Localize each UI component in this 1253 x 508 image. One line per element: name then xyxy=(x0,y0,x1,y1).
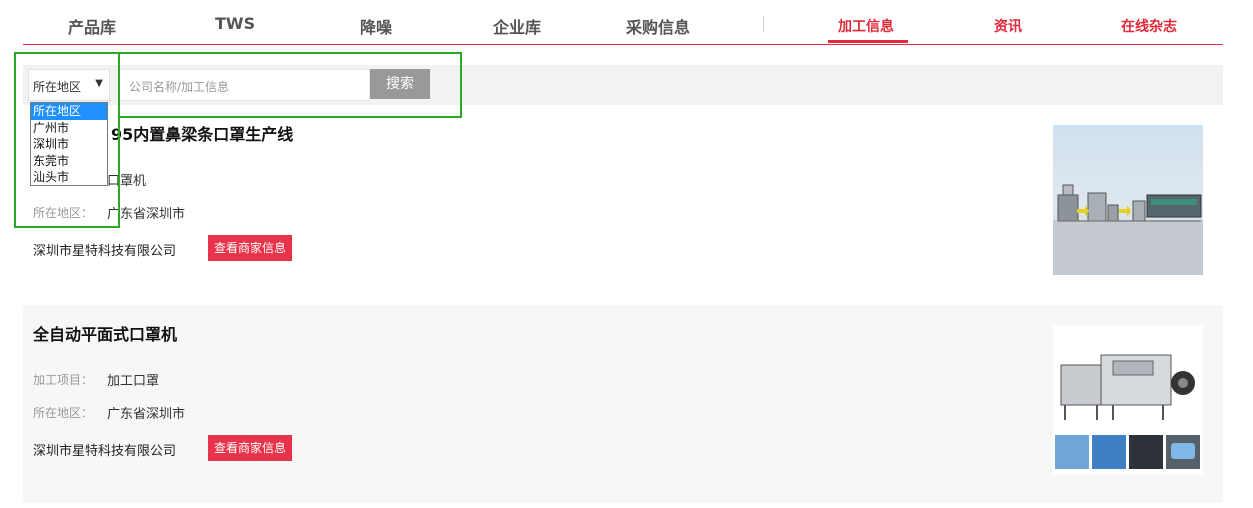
listing-item-label: 加工项目： xyxy=(33,373,94,387)
nav-item-news[interactable]: 资讯 xyxy=(994,16,1022,36)
view-merchant-button[interactable]: 查看商家信息 xyxy=(208,235,292,261)
nav-divider xyxy=(763,16,764,32)
top-nav: 产品库 TWS 降噪 企业库 采购信息 加工信息 资讯 在线杂志 xyxy=(23,0,1223,45)
listing-card: 全自动平面式口罩机 加工项目： 加工口罩 所在地区： 广东省深圳市 深圳市星特科… xyxy=(23,305,1223,503)
nav-item-product-library[interactable]: 产品库 xyxy=(68,14,116,38)
annotation-box-region xyxy=(14,52,120,228)
page: 产品库 TWS 降噪 企业库 采购信息 加工信息 资讯 在线杂志 所在地区 ▼ … xyxy=(0,0,1253,508)
nav-item-noise-reduction[interactable]: 降噪 xyxy=(360,14,392,38)
listing-title[interactable]: 95内置鼻梁条口罩生产线 xyxy=(111,121,293,145)
nav-item-purchase-info[interactable]: 采购信息 xyxy=(626,14,690,38)
listing-title[interactable]: 全自动平面式口罩机 xyxy=(33,321,177,345)
nav-item-online-magazine[interactable]: 在线杂志 xyxy=(1121,16,1177,36)
listing-region-value: 广东省深圳市 xyxy=(107,407,186,422)
listing-region-label: 所在地区： xyxy=(33,406,94,420)
nav-item-enterprise-library[interactable]: 企业库 xyxy=(493,14,541,38)
view-merchant-button[interactable]: 查看商家信息 xyxy=(208,435,292,461)
mask-production-line-image[interactable] xyxy=(1053,125,1203,275)
flat-mask-machine-image[interactable] xyxy=(1053,325,1203,475)
nav-item-processing-info[interactable]: 加工信息 xyxy=(838,16,894,36)
listing-company[interactable]: 深圳市星特科技有限公司 xyxy=(33,240,176,259)
listing-card: 95内置鼻梁条口罩生产线 口罩机 所在地区： 广东省深圳市 深圳市星特科技有限公… xyxy=(23,105,1223,288)
listing-company[interactable]: 深圳市星特科技有限公司 xyxy=(33,440,176,459)
nav-active-indicator xyxy=(828,40,908,43)
annotation-box-search xyxy=(118,52,462,118)
nav-item-tws[interactable]: TWS xyxy=(215,14,255,33)
listing-item-value: 加工口罩 xyxy=(107,374,160,389)
